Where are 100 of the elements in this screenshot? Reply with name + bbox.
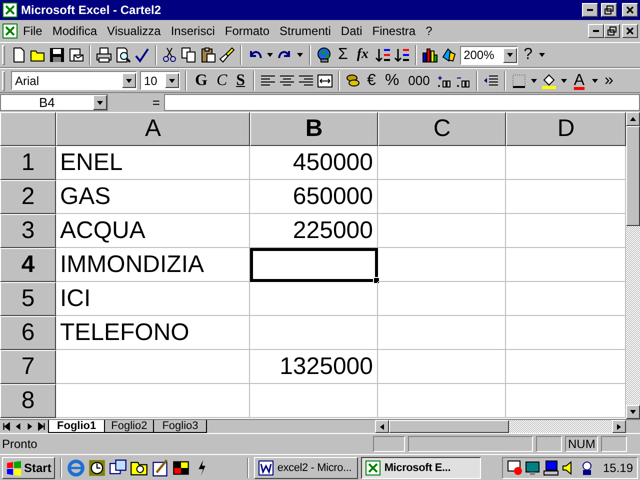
notepad-icon[interactable] xyxy=(151,458,170,476)
caret-icon[interactable] xyxy=(266,51,274,59)
minimize-button[interactable] xyxy=(582,3,598,17)
print-preview-icon[interactable] xyxy=(115,47,131,63)
active-cell[interactable] xyxy=(250,248,378,282)
sort-ascending-icon[interactable] xyxy=(374,47,391,63)
new-file-icon[interactable] xyxy=(11,47,27,63)
dropdown-arrow-icon[interactable] xyxy=(125,76,133,84)
row-header[interactable]: 6 xyxy=(0,316,56,350)
map-icon[interactable] xyxy=(440,47,457,63)
menu-item[interactable]: File xyxy=(18,22,48,40)
menu-item[interactable]: ? xyxy=(420,22,438,40)
excel-icon[interactable] xyxy=(2,2,18,18)
row-header[interactable]: 4 xyxy=(0,248,56,282)
align-right-icon[interactable] xyxy=(298,72,314,88)
column-header[interactable]: C xyxy=(378,112,506,146)
restore-button[interactable] xyxy=(604,24,620,38)
menu-item[interactable]: Formato xyxy=(220,22,275,40)
first-sheet-icon[interactable] xyxy=(0,422,12,431)
font-color-button[interactable]: A xyxy=(570,72,588,90)
more-button[interactable]: » xyxy=(602,72,616,90)
function-button[interactable]: fx xyxy=(354,47,372,63)
scissors-icon[interactable] xyxy=(162,47,178,63)
percent-button[interactable]: % xyxy=(382,72,402,90)
zoom-dropdown[interactable]: 200% xyxy=(460,46,518,64)
dropdown-arrow-icon[interactable] xyxy=(96,98,104,106)
column-header[interactable]: D xyxy=(506,112,626,146)
restore-icon xyxy=(603,4,615,16)
row-header[interactable]: 2 xyxy=(0,180,56,214)
sort-descending-icon[interactable] xyxy=(394,47,410,63)
monitor-icon[interactable] xyxy=(524,460,541,476)
window-title: Microsoft Excel - Cartel2 xyxy=(21,3,162,17)
scroll-right-button[interactable] xyxy=(612,420,626,433)
borders-icon[interactable] xyxy=(510,72,527,88)
dropdown-arrow-icon[interactable] xyxy=(168,76,176,84)
scroll-thumb[interactable] xyxy=(389,420,509,433)
indent-icon[interactable] xyxy=(482,72,499,88)
restore-button[interactable] xyxy=(601,3,617,17)
italic-button[interactable]: C xyxy=(213,72,230,90)
workbook-icon[interactable] xyxy=(2,23,18,39)
taskbar-button[interactable]: excel2 - Micro... xyxy=(254,456,358,478)
last-sheet-icon[interactable] xyxy=(36,422,48,431)
row-header[interactable]: 8 xyxy=(0,384,56,418)
caret-icon[interactable] xyxy=(530,76,538,84)
dropdown-arrow-icon[interactable] xyxy=(506,51,514,59)
close-button[interactable] xyxy=(622,3,638,17)
menu-item[interactable]: Visualizza xyxy=(102,22,166,40)
copy-icon[interactable] xyxy=(181,47,197,63)
globe-icon[interactable] xyxy=(316,47,332,63)
menu-item[interactable]: Dati xyxy=(336,22,368,40)
close-button[interactable] xyxy=(622,24,638,38)
menu-item[interactable]: Strumenti xyxy=(274,22,336,40)
caret-icon[interactable] xyxy=(538,51,546,59)
printer-icon[interactable] xyxy=(96,47,112,63)
font-size-dropdown[interactable]: 10 xyxy=(140,71,180,90)
fill-handle[interactable] xyxy=(373,277,380,284)
row-header[interactable]: 3 xyxy=(0,214,56,248)
paintbrush-icon[interactable] xyxy=(219,47,235,63)
row-header[interactable]: 1 xyxy=(0,146,56,180)
column-header[interactable]: A xyxy=(56,112,250,146)
merge-center-icon[interactable] xyxy=(317,72,334,88)
row-header[interactable]: 5 xyxy=(0,282,56,316)
mail-icon[interactable] xyxy=(68,47,84,63)
caret-icon[interactable] xyxy=(590,76,599,84)
bold-button[interactable]: G xyxy=(192,72,210,90)
help-button[interactable]: ? xyxy=(520,46,536,64)
scroll-thumb[interactable] xyxy=(626,126,640,226)
font-dropdown[interactable]: Arial xyxy=(11,71,137,90)
clock-icon[interactable] xyxy=(88,458,106,476)
formula-field[interactable] xyxy=(164,94,640,111)
euro-button[interactable]: € xyxy=(364,72,379,90)
select-all-button[interactable] xyxy=(0,112,56,146)
clipboard-icon[interactable] xyxy=(200,47,216,63)
sheet-tab[interactable]: Foglio3 xyxy=(153,420,208,433)
scroll-down-button[interactable] xyxy=(626,405,640,419)
thousands-button[interactable]: 000 xyxy=(405,73,433,88)
sheet-tab[interactable]: Foglio1 xyxy=(48,420,106,433)
name-box[interactable]: B4 xyxy=(0,94,108,111)
caret-icon[interactable] xyxy=(296,51,304,59)
caret-icon[interactable] xyxy=(560,76,568,84)
underline-button[interactable]: S xyxy=(233,72,248,90)
align-left-icon[interactable] xyxy=(260,72,276,88)
menu-item[interactable]: Finestra xyxy=(367,22,421,40)
coins-icon[interactable] xyxy=(345,72,362,88)
start-button[interactable]: Start xyxy=(2,456,56,478)
spell-check-icon[interactable] xyxy=(134,47,150,63)
autosum-button[interactable]: Σ xyxy=(335,46,351,64)
bar-chart-icon[interactable] xyxy=(422,47,438,63)
column-header[interactable]: B xyxy=(250,112,378,146)
menu-item[interactable]: Modifica xyxy=(47,22,102,40)
computer-icon[interactable] xyxy=(542,460,559,476)
scroll-up-button[interactable] xyxy=(626,112,640,126)
taskbar-button[interactable]: Microsoft E... xyxy=(361,456,482,478)
scroll-left-button[interactable] xyxy=(375,420,389,433)
status-panel xyxy=(373,436,405,452)
menu-item[interactable]: Inserisci xyxy=(166,22,220,40)
fill-color-icon[interactable] xyxy=(540,72,557,88)
align-center-icon[interactable] xyxy=(279,72,296,88)
row-header[interactable]: 7 xyxy=(0,350,56,384)
minimize-button[interactable] xyxy=(588,24,604,38)
